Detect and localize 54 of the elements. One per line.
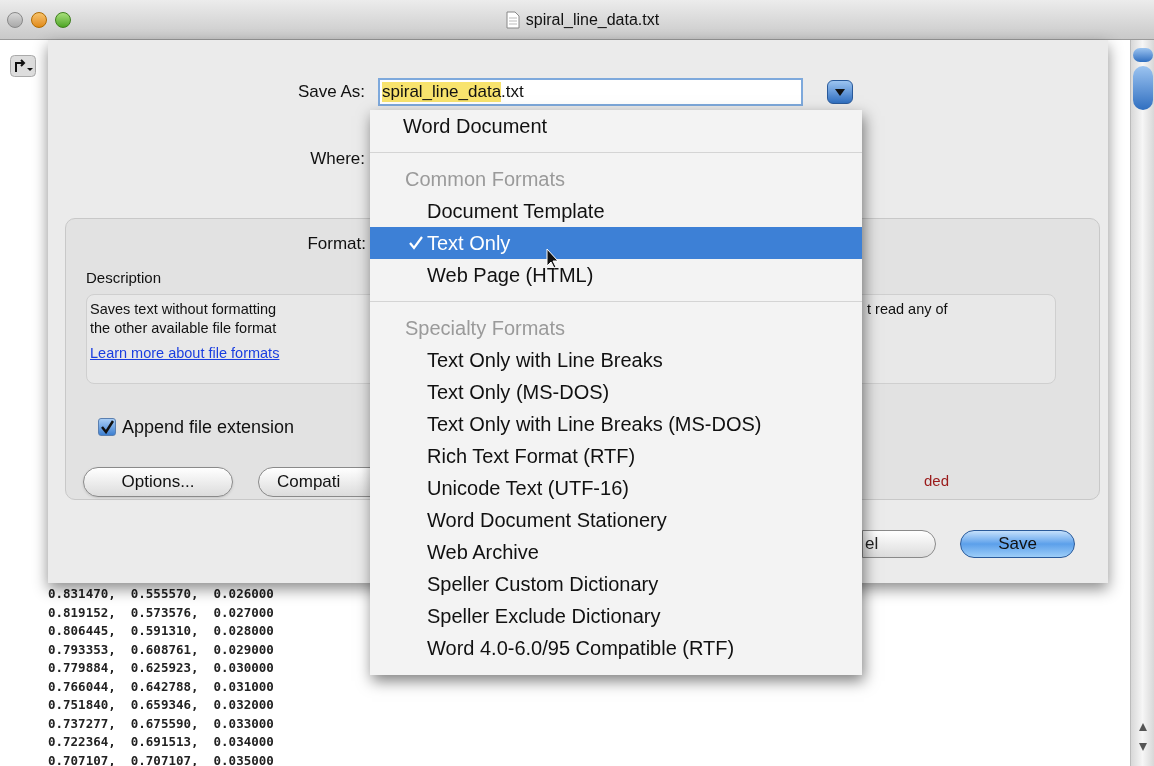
pointer-cursor-icon <box>546 248 560 269</box>
data-line: 0.793353, 0.608761, 0.029000 <box>48 640 274 659</box>
check-icon <box>100 420 114 434</box>
caret-icon <box>835 88 845 96</box>
format-label: Format: <box>306 233 366 256</box>
data-line: 0.751840, 0.659346, 0.032000 <box>48 696 274 714</box>
data-line: 0.819152, 0.573576, 0.027000 <box>48 603 274 622</box>
append-extension-label: Append file extension <box>122 415 295 439</box>
menu-item[interactable]: Speller Custom Dictionary <box>370 568 862 600</box>
document-icon <box>505 10 520 29</box>
menu-item[interactable]: Document Template <box>370 195 862 227</box>
menu-item[interactable]: Text Only with Line Breaks (MS-DOS) <box>370 408 862 440</box>
scroll-up-arrow-icon[interactable] <box>1137 722 1148 732</box>
menu-section-header: Specialty Formats <box>404 316 567 341</box>
check-icon <box>409 236 423 250</box>
options-button[interactable]: Options... <box>83 466 233 497</box>
save-button[interactable]: Save <box>960 530 1075 558</box>
append-extension-checkbox[interactable] <box>98 418 116 436</box>
menu-item[interactable]: Speller Exclude Dictionary <box>370 600 862 632</box>
menu-item[interactable]: Web Archive <box>370 536 862 568</box>
expand-dialog-button[interactable] <box>827 80 853 104</box>
file-formats-link[interactable]: Learn more about file formats <box>90 342 280 365</box>
data-line: 0.779884, 0.625923, 0.030000 <box>48 659 274 677</box>
description-text: Saves text without formatting <box>90 300 278 320</box>
description-heading: Description <box>86 268 162 288</box>
data-line: 0.831470, 0.555570, 0.026000 <box>48 585 274 603</box>
zoom-button[interactable] <box>55 11 71 28</box>
menu-item[interactable]: Text Only with Line Breaks <box>370 344 862 376</box>
menu-item[interactable]: Word Document <box>370 110 862 142</box>
data-line: 0.707107, 0.707107, 0.035000 <box>48 751 274 766</box>
description-text: t read any of <box>867 300 948 320</box>
menu-item[interactable]: Text Only <box>370 227 862 259</box>
data-line: 0.806445, 0.591310, 0.028000 <box>48 622 274 640</box>
cancel-button[interactable]: el <box>862 530 936 558</box>
split-handle-icon[interactable] <box>1132 48 1153 62</box>
description-text: the other available file format <box>90 319 278 339</box>
menu-item[interactable]: Word 4.0-6.0/95 Compatible (RTF) <box>370 632 862 664</box>
data-line: 0.766044, 0.642788, 0.031000 <box>48 677 274 696</box>
vertical-scrollbar[interactable] <box>1130 40 1154 766</box>
menu-item[interactable]: Text Only (MS-DOS) <box>370 376 862 408</box>
compatibility-warning-text: ded <box>924 471 950 492</box>
scroll-down-arrow-icon[interactable] <box>1137 742 1148 752</box>
window-title: spiral_line_data.txt <box>525 9 660 30</box>
menu-section-header: Common Formats <box>404 167 567 192</box>
data-line: 0.722364, 0.691513, 0.034000 <box>48 733 274 751</box>
file-name-text: .txt <box>501 82 524 102</box>
minimize-button[interactable] <box>31 11 47 28</box>
scroll-thumb[interactable] <box>1132 66 1153 110</box>
data-line: 0.737277, 0.675590, 0.033000 <box>48 714 274 733</box>
menu-item[interactable]: Word Document Stationery <box>370 504 862 536</box>
menu-item[interactable]: Web Page (HTML) <box>370 259 862 291</box>
where-label: Where: <box>309 148 365 171</box>
save-as-label: Save As: <box>296 81 365 104</box>
close-button[interactable] <box>7 11 23 28</box>
